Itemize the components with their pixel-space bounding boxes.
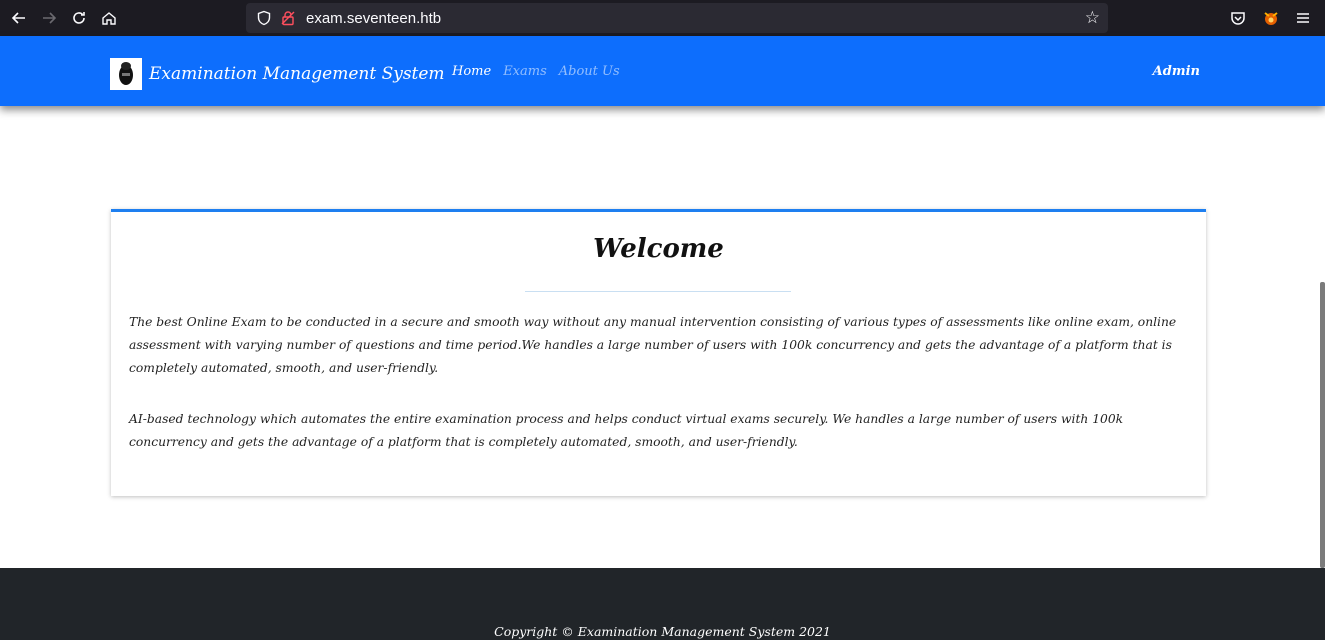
nav-links: Home Exams About Us (452, 64, 620, 79)
title-divider (525, 291, 791, 292)
brand-title: Examination Management System (149, 64, 445, 84)
nav-link-about-us[interactable]: About Us (559, 64, 620, 79)
nav-link-exams[interactable]: Exams (503, 64, 547, 79)
forward-button[interactable] (34, 3, 64, 33)
back-button[interactable] (4, 3, 34, 33)
welcome-paragraph-1: The best Online Exam to be conducted in … (129, 315, 1177, 375)
page-scrollbar[interactable] (1320, 282, 1325, 568)
home-icon (102, 12, 116, 25)
pocket-icon[interactable] (1229, 9, 1247, 27)
reload-button[interactable] (64, 3, 94, 33)
brand[interactable]: Examination Management System (110, 58, 445, 90)
site-navbar: Examination Management System Home Exams… (0, 36, 1325, 106)
address-bar[interactable]: exam.seventeen.htb ☆ (246, 3, 1108, 33)
footer-copyright: Copyright © Examination Management Syste… (494, 624, 831, 639)
reload-icon (73, 12, 85, 24)
footer: Copyright © Examination Management Syste… (0, 568, 1325, 640)
logo-icon (119, 62, 133, 85)
insecure-lock-icon[interactable] (280, 10, 296, 26)
welcome-paragraph-2: AI-based technology which automates the … (129, 412, 1124, 449)
nav-link-home[interactable]: Home (452, 64, 491, 79)
back-arrow-icon (11, 12, 25, 24)
shield-icon[interactable] (256, 10, 272, 26)
browser-toolbar: exam.seventeen.htb ☆ (0, 0, 1325, 36)
brand-logo (110, 58, 142, 90)
forward-arrow-icon (43, 12, 57, 24)
welcome-card: Welcome The best Online Exam to be condu… (111, 209, 1206, 496)
extension-fox-icon[interactable] (1261, 8, 1281, 28)
welcome-title: Welcome (593, 234, 724, 264)
menu-icon[interactable] (1295, 10, 1311, 26)
nav-user-admin[interactable]: Admin (1153, 64, 1200, 79)
url-text: exam.seventeen.htb (306, 9, 442, 27)
home-button[interactable] (94, 3, 124, 33)
bookmark-star-icon[interactable]: ☆ (1085, 8, 1100, 28)
